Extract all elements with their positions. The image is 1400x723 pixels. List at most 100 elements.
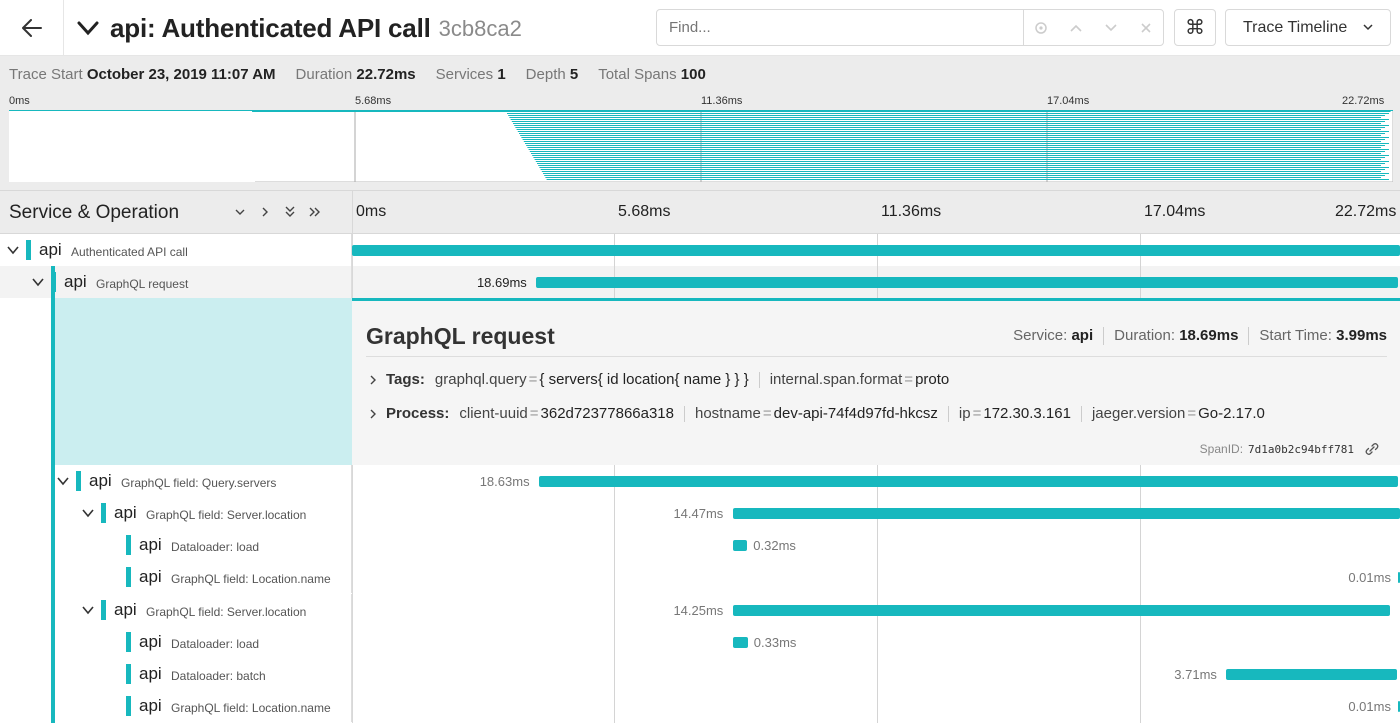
minimap-span	[510, 119, 1390, 120]
chevron-down-icon[interactable]	[6, 243, 20, 257]
timeline-tick: 22.72ms	[1335, 203, 1397, 220]
span-row[interactable]: api GraphQL request 18.69ms	[0, 266, 1400, 298]
minimap-span	[508, 115, 1385, 116]
keyboard-shortcuts-button[interactable]: ⌘	[1174, 9, 1216, 46]
minimap-span	[541, 171, 1381, 172]
span-name-cell[interactable]: api GraphQL request	[0, 266, 352, 298]
process-item: ip = 172.30.3.161	[958, 405, 1071, 422]
span-duration-label: 0.01ms	[1348, 699, 1391, 714]
span-row[interactable]: api GraphQL field: Server.location 14.47ms	[0, 497, 1400, 529]
span-row[interactable]: api Dataloader: batch 3.71ms	[0, 658, 1400, 690]
minimap-span	[516, 129, 1381, 130]
span-bar[interactable]	[732, 637, 748, 648]
service-color-marker	[101, 600, 106, 620]
minimap-span	[535, 161, 1389, 162]
span-operation-name: GraphQL field: Server.location	[146, 605, 307, 619]
span-name-cell[interactable]: api Dataloader: batch	[0, 658, 352, 690]
trace-title-toggle[interactable]: api: Authenticated API call 3cb8ca2	[76, 0, 522, 56]
view-selector[interactable]: Trace Timeline	[1225, 9, 1391, 46]
service-operation-heading: Service & Operation	[9, 202, 180, 223]
span-duration-label: 14.25ms	[673, 603, 724, 618]
span-service-name: api	[139, 567, 162, 586]
span-name-cell[interactable]: api Dataloader: load	[0, 529, 352, 561]
span-service-name: api	[39, 240, 62, 259]
span-detail-content: GraphQL request Service: api Duration: 1…	[352, 298, 1400, 465]
span-row[interactable]: api Dataloader: load 0.33ms	[0, 626, 1400, 658]
minimap-span	[533, 157, 1385, 158]
span-name-cell[interactable]: api Authenticated API call	[0, 234, 352, 266]
tag-item: graphql.query ={ servers{ id location{ na…	[434, 371, 749, 388]
minimap-span	[534, 159, 1381, 160]
span-name-cell[interactable]: api GraphQL field: Server.location	[0, 594, 352, 626]
span-service-name: api	[139, 696, 162, 715]
minimap-tick: 0ms	[9, 95, 30, 107]
minimap-span	[545, 177, 1381, 178]
expand-one-button[interactable]	[257, 203, 273, 221]
span-detail-service: Service: api	[1013, 327, 1094, 344]
service-color-marker	[76, 471, 81, 491]
trace-start: Trace Start October 23, 2019 11:07 AM	[9, 65, 276, 83]
minimap-canvas[interactable]	[9, 110, 1393, 182]
span-service-name: api	[64, 272, 87, 291]
minimap-span	[528, 149, 1389, 150]
chevron-right-icon	[370, 375, 376, 384]
double-chevron-down-icon	[285, 206, 295, 217]
expand-all-button[interactable]	[307, 203, 323, 221]
span-service-name: api	[139, 664, 162, 683]
minimap-span	[514, 125, 1389, 126]
tag-item: internal.span.format = proto	[769, 371, 950, 388]
find-input[interactable]	[657, 10, 1024, 45]
collapse-one-button[interactable]	[232, 203, 248, 221]
previous-match-button[interactable]	[1058, 10, 1093, 45]
span-name-cell[interactable]: api Dataloader: load	[0, 626, 352, 658]
service-color-marker	[126, 567, 131, 587]
service-color-marker	[101, 503, 106, 523]
span-row[interactable]: api GraphQL field: Server.location 14.25ms	[0, 594, 1400, 626]
span-row[interactable]: api GraphQL field: Query.servers 18.63ms	[0, 465, 1400, 497]
tags-section[interactable]: Tags: graphql.query ={ servers{ id locati…	[368, 371, 949, 388]
span-name-cell[interactable]: api GraphQL field: Query.servers	[0, 465, 352, 497]
span-name-cell[interactable]: api GraphQL field: Location.name	[0, 690, 352, 722]
back-button[interactable]	[0, 0, 64, 56]
span-duration-label: 18.63ms	[479, 474, 530, 489]
span-id: SpanID: 7d1a0b2c94bff781	[1200, 442, 1380, 456]
span-row[interactable]: api GraphQL field: Location.name 0.01ms	[0, 690, 1400, 722]
trace-title: api: Authenticated API call	[110, 12, 431, 43]
span-bar[interactable]	[536, 277, 1399, 288]
arrow-left-icon	[21, 19, 42, 37]
span-service-name: api	[114, 600, 137, 619]
link-icon[interactable]	[1364, 442, 1380, 456]
chevron-down-icon[interactable]	[31, 275, 45, 289]
chevron-right-icon	[262, 207, 268, 217]
span-row[interactable]: api Authenticated API call	[0, 234, 1400, 266]
process-section[interactable]: Process: client-uuid = 362d72377866a318 ho…	[368, 405, 1265, 422]
span-name-cell[interactable]: api GraphQL field: Location.name	[0, 561, 352, 593]
locate-button[interactable]	[1024, 10, 1059, 45]
span-row[interactable]: api Dataloader: load 0.32ms	[0, 529, 1400, 561]
span-bar[interactable]	[732, 605, 1390, 616]
span-name-cell[interactable]: api GraphQL field: Server.location	[0, 497, 352, 529]
span-duration-label: 0.33ms	[753, 635, 797, 650]
chevron-down-icon	[235, 209, 245, 215]
minimap-tick: 22.72ms	[1342, 95, 1385, 107]
minimap-span	[519, 133, 1385, 134]
clear-find-button[interactable]	[1128, 10, 1163, 45]
span-row[interactable]: api GraphQL field: Location.name 0.01ms	[0, 561, 1400, 593]
span-bar[interactable]	[352, 245, 1400, 256]
trace-minimap[interactable]: 0ms 5.68ms 11.36ms 17.04ms 22.72ms	[0, 92, 1400, 190]
next-match-button[interactable]	[1093, 10, 1128, 45]
span-bar[interactable]	[732, 540, 748, 551]
span-operation-name: GraphQL field: Query.servers	[121, 476, 277, 490]
collapse-all-button[interactable]	[282, 203, 298, 221]
span-bar[interactable]	[1226, 669, 1398, 680]
chevron-down-icon[interactable]	[81, 603, 95, 617]
trace-services: Services 1	[435, 65, 506, 83]
span-bar[interactable]	[732, 508, 1400, 519]
span-detail-meta: Service: api Duration: 18.69ms Start Tim…	[1013, 327, 1387, 345]
span-bar[interactable]	[538, 476, 1399, 487]
chevron-down-icon[interactable]	[56, 474, 70, 488]
minimap-span	[529, 151, 1385, 152]
minimap-span	[507, 113, 1389, 114]
chevron-down-icon[interactable]	[81, 506, 95, 520]
process-item: hostname = dev-api-74f4d97fd-hkcsz	[695, 405, 938, 422]
